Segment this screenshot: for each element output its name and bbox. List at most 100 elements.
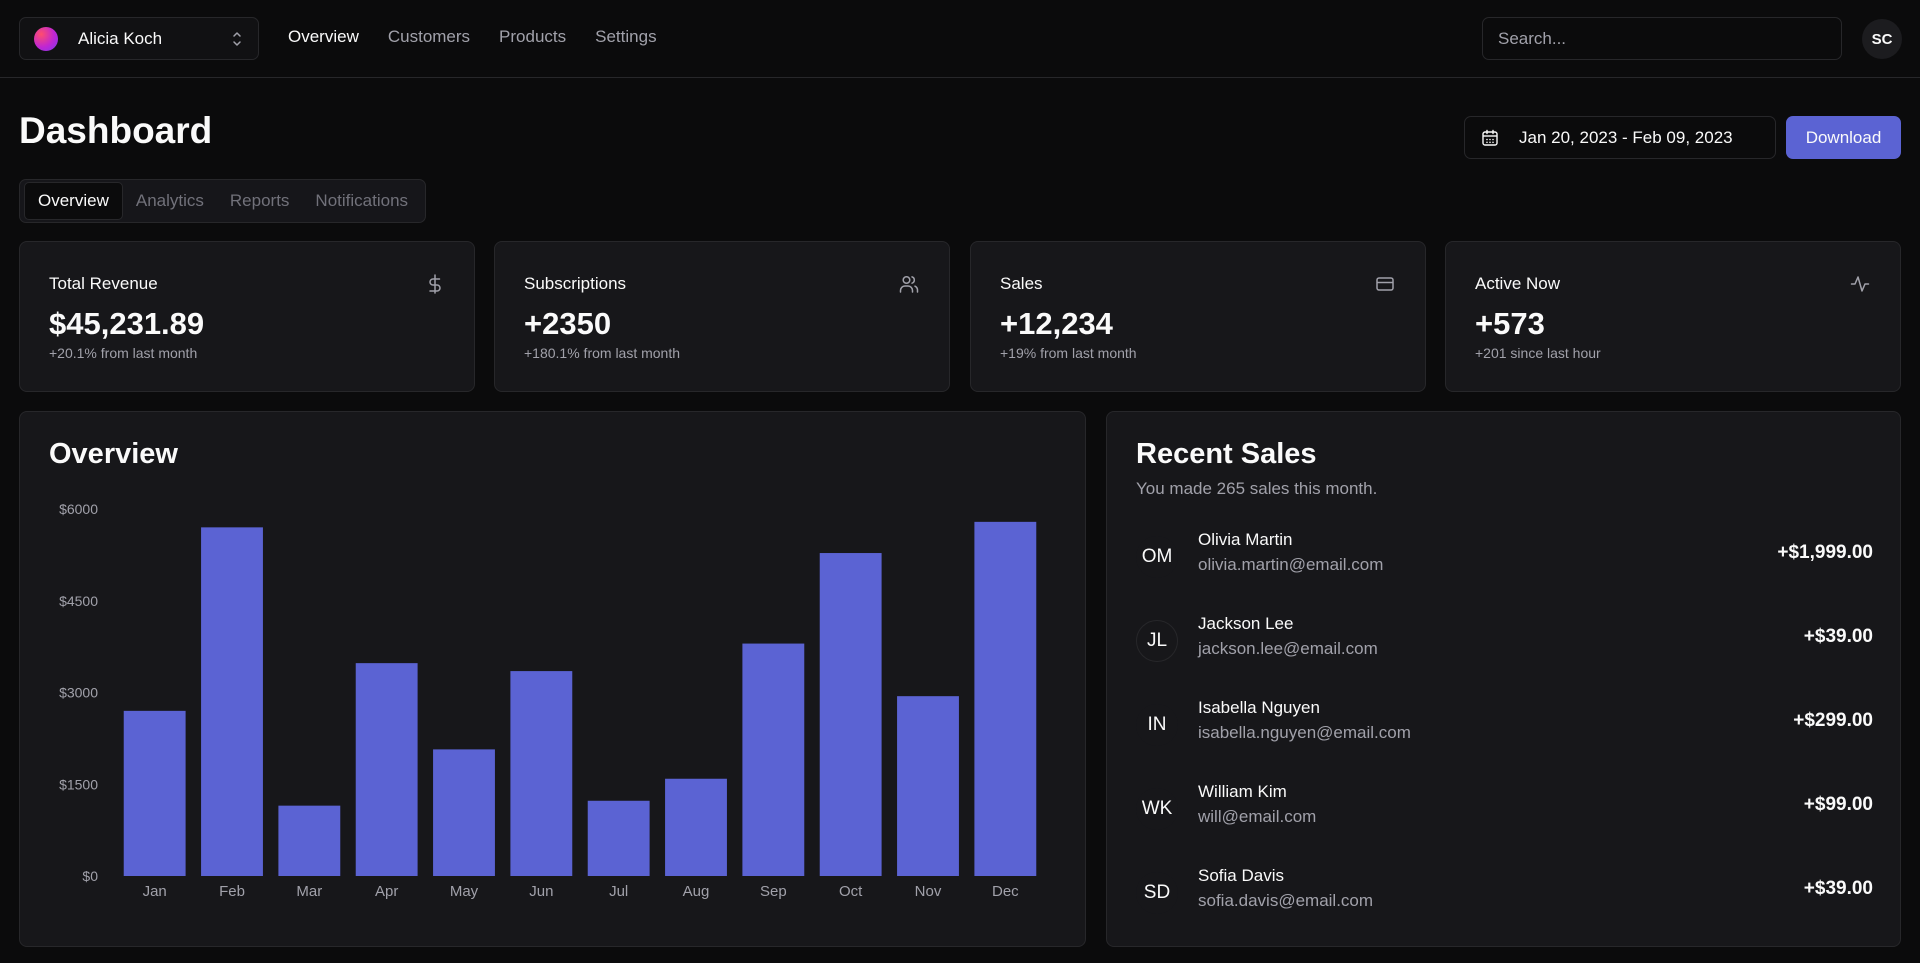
x-tick-label: Nov	[915, 883, 942, 900]
customer-email: olivia.martin@email.com	[1198, 555, 1384, 574]
sale-amount: +$39.00	[1803, 878, 1873, 899]
tab-notifications[interactable]: Notifications	[302, 183, 421, 219]
overview-card: Overview $0 $1500 $3000 $4500 $6000 Jan Feb Mar…	[19, 411, 1086, 947]
sale-amount: +$39.00	[1803, 626, 1873, 647]
tab-overview[interactable]: Overview	[24, 182, 123, 220]
bar-dec[interactable]	[974, 521, 1037, 876]
stat-change: +201 since last hour	[1475, 345, 1601, 361]
sale-amount: +$299.00	[1793, 710, 1873, 731]
stat-card-total-revenue: Total Revenue $45,231.89 +20.1% from las…	[19, 241, 475, 392]
sale-row[interactable]: WK William Kim will@email.com +$99.00	[1136, 778, 1873, 838]
stat-value: +573	[1475, 306, 1545, 341]
x-tick-label: Jul	[609, 883, 628, 900]
dollar-icon	[429, 274, 441, 294]
customer-name: William Kim	[1198, 782, 1287, 801]
stat-change: +180.1% from last month	[524, 345, 681, 361]
bar-jan[interactable]	[123, 710, 186, 876]
x-tick-label: Sep	[760, 883, 787, 900]
user-avatar[interactable]: SC	[1862, 19, 1902, 59]
sale-amount: +$99.00	[1803, 794, 1873, 815]
y-tick-label: $4500	[59, 593, 98, 609]
top-nav-bar: Alicia Koch Overview Customers Products …	[0, 0, 1920, 78]
stat-title: Subscriptions	[524, 274, 627, 293]
dashboard-tabs: Overview Analytics Reports Notifications	[19, 179, 427, 223]
bar-mar[interactable]	[278, 805, 341, 876]
x-tick-label: Oct	[839, 883, 863, 900]
team-switcher[interactable]: Alicia Koch	[19, 17, 259, 60]
bar-oct[interactable]	[819, 553, 882, 876]
customer-name: Jackson Lee	[1198, 614, 1294, 633]
x-tick-label: Jun	[529, 883, 553, 900]
team-name: Alicia Koch	[78, 28, 163, 48]
x-tick-label: May	[450, 883, 479, 900]
bar-aug[interactable]	[665, 778, 727, 876]
customer-email: isabella.nguyen@email.com	[1198, 723, 1411, 742]
bar-may[interactable]	[433, 749, 495, 876]
bar-jul[interactable]	[587, 800, 650, 876]
calendar-icon	[1482, 129, 1498, 146]
x-tick-label: Aug	[683, 883, 710, 900]
bar-apr[interactable]	[355, 663, 418, 876]
customer-avatar: IN	[1136, 704, 1178, 746]
stat-title: Total Revenue	[49, 274, 158, 293]
activity-icon	[1850, 276, 1870, 292]
stat-card-active-now: Active Now +573 +201 since last hour	[1445, 241, 1901, 392]
nav-customers[interactable]: Customers	[388, 27, 470, 47]
tab-analytics[interactable]: Analytics	[123, 183, 217, 219]
stat-card-sales: Sales +12,234 +19% from last month	[970, 241, 1426, 392]
overview-bar-chart: $0 $1500 $3000 $4500 $6000 Jan Feb Mar Apr May Jun…	[59, 501, 1037, 900]
bar-jun[interactable]	[510, 671, 573, 876]
y-tick-label: $1500	[59, 776, 98, 792]
date-range-picker[interactable]: Jan 20, 2023 - Feb 09, 2023	[1464, 116, 1776, 159]
x-tick-label: Mar	[296, 883, 322, 900]
y-tick-label: $6000	[59, 501, 98, 517]
bar-sep[interactable]	[742, 643, 805, 876]
x-tick-label: Dec	[992, 883, 1019, 900]
customer-email: sofia.davis@email.com	[1198, 891, 1374, 910]
x-tick-label: Jan	[143, 883, 167, 900]
x-tick-label: Apr	[375, 883, 398, 900]
tab-reports[interactable]: Reports	[217, 183, 303, 219]
customer-name: Isabella Nguyen	[1198, 698, 1320, 717]
bar-feb[interactable]	[201, 527, 263, 876]
recent-sales-title: Recent Sales	[1136, 438, 1317, 470]
stat-title: Active Now	[1475, 274, 1561, 293]
customer-name: Sofia Davis	[1198, 866, 1284, 885]
customer-name: Olivia Martin	[1198, 530, 1293, 549]
customer-avatar: OM	[1136, 536, 1178, 578]
recent-sales-card: Recent Sales You made 265 sales this mon…	[1106, 411, 1901, 947]
nav-overview[interactable]: Overview	[288, 27, 359, 47]
recent-sales-subtitle: You made 265 sales this month.	[1136, 479, 1378, 498]
download-button[interactable]: Download	[1786, 116, 1901, 159]
stat-value: $45,231.89	[49, 306, 205, 341]
search-input[interactable]	[1482, 17, 1842, 60]
customer-email: will@email.com	[1198, 807, 1317, 826]
chevron-up-down-icon	[233, 31, 241, 46]
customer-avatar: SD	[1136, 872, 1178, 914]
customer-avatar: JL	[1136, 620, 1178, 662]
sale-row[interactable]: JL Jackson Lee jackson.lee@email.com +$3…	[1136, 610, 1873, 670]
main-nav: Overview Customers Products Settings	[288, 27, 686, 47]
credit-card-icon	[1376, 277, 1394, 291]
stat-card-subscriptions: Subscriptions +2350 +180.1% from last mo…	[494, 241, 950, 392]
stat-title: Sales	[1000, 274, 1043, 293]
stat-change: +20.1% from last month	[49, 345, 198, 361]
sale-row[interactable]: OM Olivia Martin olivia.martin@email.com…	[1136, 526, 1873, 586]
bar-nov[interactable]	[897, 696, 959, 876]
x-tick-label: Feb	[219, 883, 245, 900]
page-title: Dashboard	[19, 110, 213, 151]
nav-settings[interactable]: Settings	[595, 27, 656, 47]
stat-value: +2350	[524, 306, 612, 341]
sale-row[interactable]: IN Isabella Nguyen isabella.nguyen@email…	[1136, 694, 1873, 754]
users-icon	[899, 275, 919, 293]
customer-email: jackson.lee@email.com	[1198, 639, 1378, 658]
team-avatar	[34, 26, 58, 51]
sale-row[interactable]: SD Sofia Davis sofia.davis@email.com +$3…	[1136, 862, 1873, 922]
customer-avatar: WK	[1136, 788, 1178, 830]
nav-products[interactable]: Products	[499, 27, 566, 47]
stat-value: +12,234	[1000, 306, 1113, 341]
stat-change: +19% from last month	[1000, 345, 1137, 361]
y-tick-label: $0	[82, 868, 98, 884]
y-tick-label: $3000	[59, 685, 98, 701]
date-range-text: Jan 20, 2023 - Feb 09, 2023	[1519, 127, 1733, 147]
